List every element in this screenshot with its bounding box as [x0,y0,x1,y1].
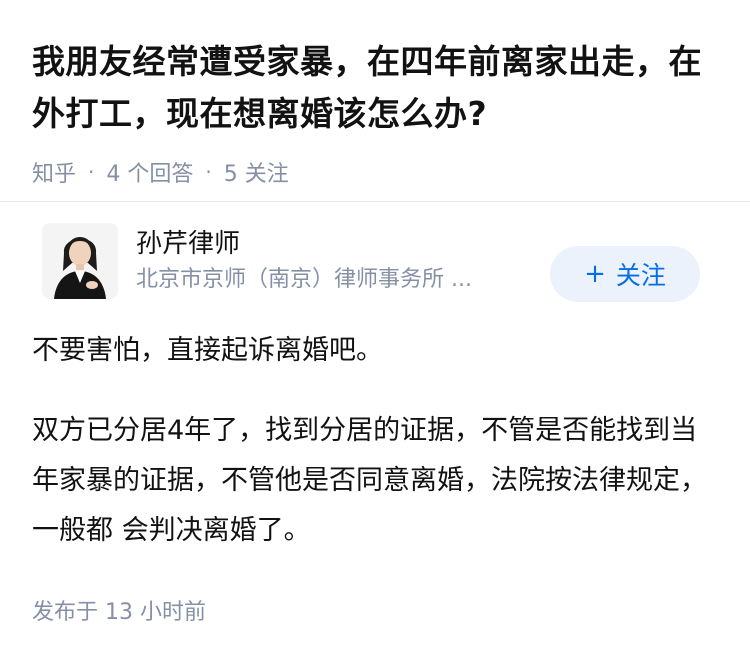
answer-page: 我朋友经常遭受家暴，在四年前离家出走，在外打工，现在想离婚该怎么办? 知乎 · … [0,0,750,670]
followers-count[interactable]: 5 关注 [224,156,289,188]
answers-count[interactable]: 4 个回答 [106,156,193,188]
separator-dot: · [205,160,212,184]
author-name[interactable]: 孙芹律师 [136,226,536,262]
author-info: 孙芹律师 北京市京师（南京）律师事务所 ... [136,226,536,296]
author-org: 北京市京师（南京）律师事务所 ... [136,267,472,292]
answer-paragraph: 双方已分居4年了，找到分居的证据，不管是否能找到当年家暴的证据，不管他是否同意离… [32,415,707,546]
follow-button[interactable]: + 关注 [550,246,700,302]
answer-content: 不要害怕，直接起诉离婚吧。 双方已分居4年了，找到分居的证据，不管是否能找到当年… [32,326,718,556]
question-title[interactable]: 我朋友经常遭受家暴，在四年前离家出走，在外打工，现在想离婚该怎么办? [32,36,718,140]
publish-time: 发布于 13 小时前 [32,600,206,625]
question-header: 我朋友经常遭受家暴，在四年前离家出走，在外打工，现在想离婚该怎么办? 知乎 · … [0,0,750,202]
answer-card: 孙芹律师 北京市京师（南京）律师事务所 ... + 关注 不要害怕，直接起诉离婚… [0,202,750,626]
author-row: 孙芹律师 北京市京师（南京）律师事务所 ... + 关注 [32,202,718,320]
plus-icon: + [584,259,606,289]
avatar-image [42,223,118,299]
question-meta: 知乎 · 4 个回答 · 5 关注 [32,156,718,188]
answer-paragraph: 不要害怕，直接起诉离婚吧。 [32,335,383,366]
follow-label: 关注 [615,261,666,290]
source-label[interactable]: 知乎 [32,156,76,188]
avatar[interactable] [42,223,118,299]
separator-dot: · [88,160,95,184]
